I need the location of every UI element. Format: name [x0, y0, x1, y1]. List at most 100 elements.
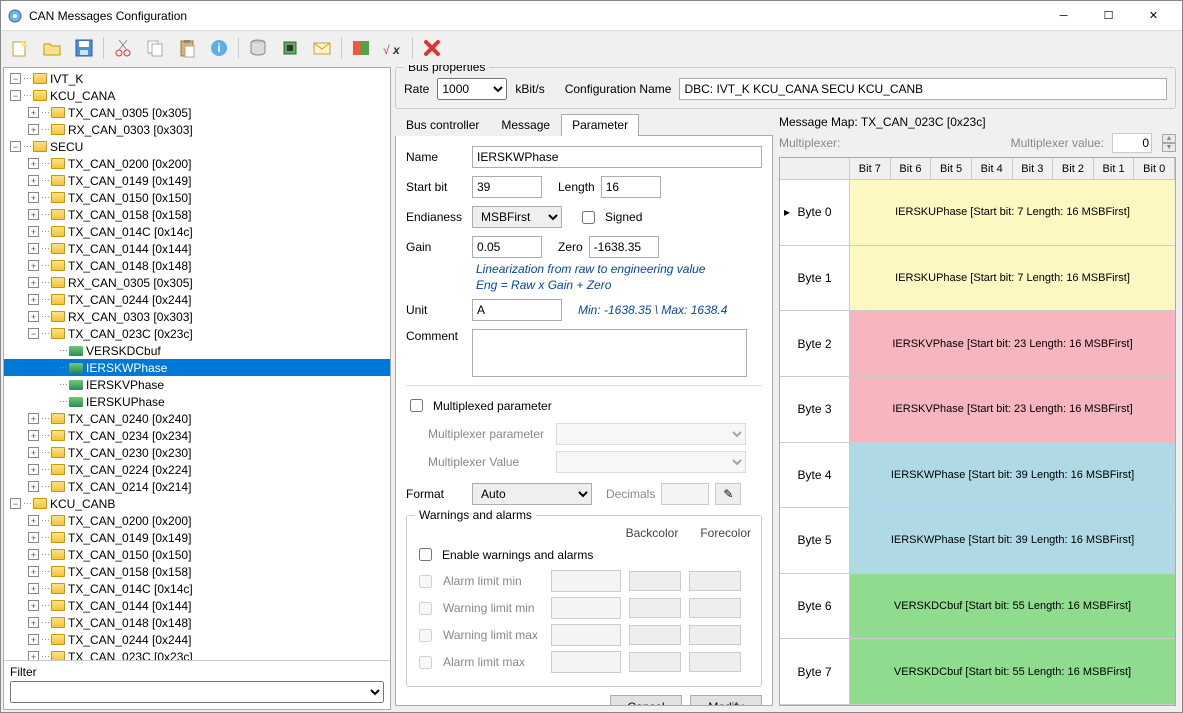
endianess-select[interactable]: MSBFirst [472, 206, 562, 228]
tree-item[interactable]: +⋯TX_CAN_0230 [0x230] [4, 444, 390, 461]
unit-input[interactable] [472, 299, 562, 321]
chip-icon[interactable] [277, 35, 303, 61]
tree-item[interactable]: +⋯TX_CAN_0158 [0x158] [4, 206, 390, 223]
expand-icon[interactable]: + [28, 107, 39, 118]
tree-item[interactable]: ⋯IERSKWPhase [4, 359, 390, 376]
expand-icon[interactable]: + [28, 294, 39, 305]
expand-icon[interactable]: + [28, 447, 39, 458]
expand-icon[interactable]: + [28, 311, 39, 322]
cancel-button[interactable]: Cancel [610, 695, 682, 706]
tree-item[interactable]: +⋯TX_CAN_023C [0x23c] [4, 648, 390, 660]
expand-icon[interactable]: + [28, 124, 39, 135]
expand-icon[interactable]: + [28, 566, 39, 577]
expand-icon[interactable]: + [28, 209, 39, 220]
tree-item[interactable]: +⋯TX_CAN_0200 [0x200] [4, 512, 390, 529]
expand-icon[interactable]: + [28, 549, 39, 560]
tree-item[interactable]: +⋯TX_CAN_014C [0x14c] [4, 580, 390, 597]
byte-row[interactable]: Byte 2IERSKVPhase [Start bit: 23 Length:… [780, 311, 1175, 377]
tree-item[interactable]: +⋯TX_CAN_0144 [0x144] [4, 597, 390, 614]
mail-icon[interactable] [309, 35, 335, 61]
expand-icon[interactable]: + [28, 481, 39, 492]
tree-item[interactable]: −⋯IVT_K [4, 70, 390, 87]
rate-select[interactable]: 1000 [437, 78, 507, 100]
tree-item[interactable]: +⋯TX_CAN_0158 [0x158] [4, 563, 390, 580]
tab-bus-controller[interactable]: Bus controller [395, 114, 490, 136]
tree-item[interactable]: +⋯TX_CAN_0224 [0x224] [4, 461, 390, 478]
expand-icon[interactable]: + [28, 583, 39, 594]
expand-icon[interactable]: + [28, 175, 39, 186]
tree-item[interactable]: −⋯SECU [4, 138, 390, 155]
new-icon[interactable] [7, 35, 33, 61]
byte-row[interactable]: Byte 6VERSKDCbuf [Start bit: 55 Length: … [780, 574, 1175, 640]
message-tree[interactable]: −⋯IVT_K−⋯KCU_CANA+⋯TX_CAN_0305 [0x305]+⋯… [4, 68, 390, 660]
expand-icon[interactable]: + [28, 260, 39, 271]
byte-row[interactable]: Byte 5IERSKWPhase [Start bit: 39 Length:… [780, 508, 1175, 574]
tab-message[interactable]: Message [490, 114, 561, 136]
startbit-input[interactable] [472, 176, 542, 198]
db-icon[interactable] [245, 35, 271, 61]
tree-item[interactable]: +⋯TX_CAN_0200 [0x200] [4, 155, 390, 172]
expand-icon[interactable]: + [28, 532, 39, 543]
expand-icon[interactable]: + [28, 651, 39, 660]
tree-item[interactable]: +⋯TX_CAN_0234 [0x234] [4, 427, 390, 444]
tree-item[interactable]: +⋯TX_CAN_0244 [0x244] [4, 291, 390, 308]
minimize-button[interactable]: ─ [1041, 2, 1086, 30]
tree-item[interactable]: +⋯RX_CAN_0303 [0x303] [4, 308, 390, 325]
expand-icon[interactable]: + [28, 634, 39, 645]
config-name-input[interactable] [679, 78, 1167, 100]
tree-item[interactable]: −⋯TX_CAN_023C [0x23c] [4, 325, 390, 342]
cut-icon[interactable] [110, 35, 136, 61]
format-select[interactable]: Auto [472, 483, 592, 505]
tree-item[interactable]: +⋯TX_CAN_0240 [0x240] [4, 410, 390, 427]
tree-item[interactable]: −⋯KCU_CANA [4, 87, 390, 104]
expand-icon[interactable]: + [28, 430, 39, 441]
info-icon[interactable]: i [206, 35, 232, 61]
expand-icon[interactable]: + [28, 192, 39, 203]
decimals-edit-button[interactable]: ✎ [715, 483, 741, 505]
tree-item[interactable]: ⋯IERSKVPhase [4, 376, 390, 393]
byte-row[interactable]: Byte 3IERSKVPhase [Start bit: 23 Length:… [780, 377, 1175, 443]
expand-icon[interactable]: − [10, 498, 21, 509]
formula-icon[interactable]: √x [380, 35, 406, 61]
paste-icon[interactable] [174, 35, 200, 61]
muxvalue-down-button[interactable]: ▼ [1162, 143, 1176, 152]
tree-item[interactable]: +⋯TX_CAN_0149 [0x149] [4, 172, 390, 189]
comment-input[interactable] [472, 329, 747, 377]
gain-input[interactable] [472, 236, 542, 258]
tree-item[interactable]: +⋯RX_CAN_0303 [0x303] [4, 121, 390, 138]
expand-icon[interactable]: + [28, 617, 39, 628]
tree-item[interactable]: +⋯TX_CAN_014C [0x14c] [4, 223, 390, 240]
tree-item[interactable]: +⋯TX_CAN_0150 [0x150] [4, 546, 390, 563]
expand-icon[interactable]: + [28, 158, 39, 169]
tree-item[interactable]: +⋯TX_CAN_0149 [0x149] [4, 529, 390, 546]
expand-icon[interactable]: + [28, 515, 39, 526]
tree-item[interactable]: +⋯TX_CAN_0144 [0x144] [4, 240, 390, 257]
byte-row[interactable]: ▸Byte 0IERSKUPhase [Start bit: 7 Length:… [780, 180, 1175, 246]
tree-item[interactable]: ⋯VERSKDCbuf [4, 342, 390, 359]
copy-icon[interactable] [142, 35, 168, 61]
tree-item[interactable]: +⋯RX_CAN_0305 [0x305] [4, 274, 390, 291]
tree-item[interactable]: +⋯TX_CAN_0148 [0x148] [4, 257, 390, 274]
expand-icon[interactable]: − [10, 141, 21, 152]
delete-icon[interactable] [419, 35, 445, 61]
save-icon[interactable] [71, 35, 97, 61]
close-button[interactable]: ✕ [1131, 2, 1176, 30]
muxvalue-up-button[interactable]: ▲ [1162, 134, 1176, 143]
expand-icon[interactable]: − [28, 328, 39, 339]
modify-button[interactable]: Modify [690, 695, 762, 706]
byte-row[interactable]: Byte 7VERSKDCbuf [Start bit: 55 Length: … [780, 639, 1175, 705]
tab-parameter[interactable]: Parameter [561, 114, 639, 136]
expand-icon[interactable]: + [28, 226, 39, 237]
open-icon[interactable] [39, 35, 65, 61]
sheet-icon[interactable] [348, 35, 374, 61]
expand-icon[interactable]: + [28, 413, 39, 424]
byte-row[interactable]: Byte 1IERSKUPhase [Start bit: 7 Length: … [780, 246, 1175, 312]
tree-item[interactable]: +⋯TX_CAN_0305 [0x305] [4, 104, 390, 121]
tree-item[interactable]: +⋯TX_CAN_0244 [0x244] [4, 631, 390, 648]
expand-icon[interactable]: + [28, 464, 39, 475]
zero-input[interactable] [589, 236, 659, 258]
enable-warnings-checkbox[interactable] [419, 548, 432, 561]
maximize-button[interactable]: ☐ [1086, 2, 1131, 30]
signed-checkbox[interactable] [582, 211, 595, 224]
multiplexed-checkbox[interactable] [410, 399, 423, 412]
